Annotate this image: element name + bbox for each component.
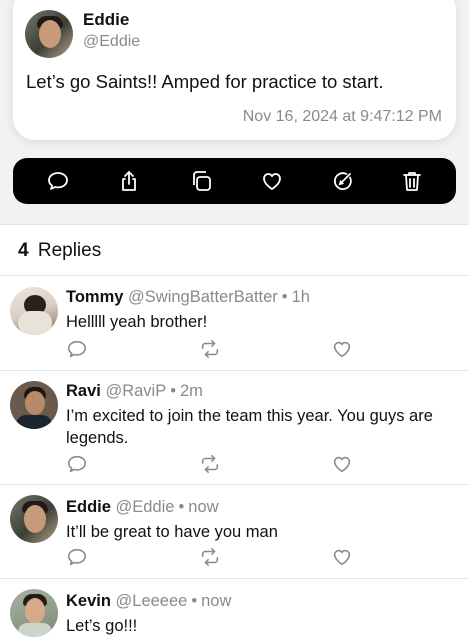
- repost-icon[interactable]: [199, 453, 221, 475]
- reply-item[interactable]: Kevin @Leeeee • now Let’s go!!!: [0, 578, 469, 640]
- reply-age: 1h: [291, 288, 310, 306]
- post-author-handle[interactable]: @Eddie: [83, 33, 140, 51]
- comment-icon[interactable]: [66, 453, 88, 475]
- heart-icon[interactable]: [331, 546, 353, 568]
- replies-header: 4 Replies: [18, 240, 101, 262]
- replies-count: 4: [18, 240, 29, 261]
- edit-icon[interactable]: [331, 169, 355, 193]
- reply-text: It’ll be great to have you man: [66, 523, 278, 541]
- reply-body: Ravi @RaviP • 2m I’m excited to join the t…: [66, 382, 455, 449]
- heart-icon[interactable]: [260, 169, 284, 193]
- separator-dot: •: [191, 592, 198, 610]
- post-action-bar: [13, 158, 456, 204]
- reply-author-name[interactable]: Eddie: [66, 498, 111, 516]
- reply-avatar[interactable]: [10, 589, 58, 637]
- reply-item[interactable]: Tommy @SwingBatterBatter • 1h Helllll yeah…: [0, 275, 469, 370]
- separator-dot: •: [281, 288, 288, 306]
- reply-body: Kevin @Leeeee • now Let’s go!!!: [66, 592, 455, 637]
- share-icon[interactable]: [117, 169, 141, 193]
- post-text: Let’s go Saints!! Amped for practice to …: [26, 71, 384, 92]
- reply-item[interactable]: Ravi @RaviP • 2m I’m excited to join the t…: [0, 370, 469, 484]
- reply-meta: Eddie @Eddie • now: [66, 498, 455, 517]
- reply-author-handle[interactable]: @SwingBatterBatter: [128, 288, 278, 306]
- reply-text: Let’s go!!!: [66, 617, 138, 635]
- post-timestamp: Nov 16, 2024 at 9:47:12 PM: [242, 108, 442, 125]
- repost-icon[interactable]: [199, 338, 221, 360]
- reply-author-name[interactable]: Tommy: [66, 288, 123, 306]
- reply-age: now: [188, 498, 219, 516]
- reply-actions: [66, 338, 356, 360]
- reply-author-name[interactable]: Ravi: [66, 382, 101, 400]
- post-card: Eddie @Eddie Let’s go Saints!! Amped for…: [13, 0, 456, 140]
- reply-item[interactable]: Eddie @Eddie • now It’ll be great to have …: [0, 484, 469, 578]
- reply-age: 2m: [180, 382, 203, 400]
- reply-avatar[interactable]: [10, 381, 58, 429]
- separator-dot: •: [170, 382, 176, 400]
- reply-avatar[interactable]: [10, 495, 58, 543]
- reply-text: I’m excited to join the team this year. …: [66, 407, 433, 447]
- comment-icon[interactable]: [66, 546, 88, 568]
- copy-icon[interactable]: [189, 169, 213, 193]
- replies-label: Replies: [37, 240, 102, 261]
- reply-meta: Tommy @SwingBatterBatter • 1h: [66, 288, 455, 307]
- reply-author-name[interactable]: Kevin: [66, 592, 111, 610]
- trash-icon[interactable]: [400, 169, 424, 193]
- reply-meta: Ravi @RaviP • 2m: [66, 382, 455, 401]
- reply-meta: Kevin @Leeeee • now: [66, 592, 455, 611]
- reply-age: now: [201, 592, 232, 610]
- reply-author-handle[interactable]: @RaviP: [105, 382, 166, 400]
- reply-text: Helllll yeah brother!: [66, 313, 208, 331]
- reply-body: Eddie @Eddie • now It’ll be great to have …: [66, 498, 455, 543]
- reply-actions: [66, 546, 356, 568]
- post-author-name[interactable]: Eddie: [83, 10, 129, 30]
- separator-dot: •: [178, 498, 185, 516]
- reply-author-handle[interactable]: @Eddie: [116, 498, 175, 516]
- heart-icon[interactable]: [331, 453, 353, 475]
- reply-body: Tommy @SwingBatterBatter • 1h Helllll yeah…: [66, 288, 455, 333]
- comment-icon[interactable]: [66, 338, 88, 360]
- post-avatar[interactable]: [25, 10, 73, 58]
- comment-icon[interactable]: [46, 169, 70, 193]
- heart-icon[interactable]: [331, 338, 353, 360]
- reply-author-handle[interactable]: @Leeeee: [116, 592, 188, 610]
- repost-icon[interactable]: [199, 546, 221, 568]
- reply-avatar[interactable]: [10, 287, 58, 335]
- reply-actions: [66, 453, 356, 475]
